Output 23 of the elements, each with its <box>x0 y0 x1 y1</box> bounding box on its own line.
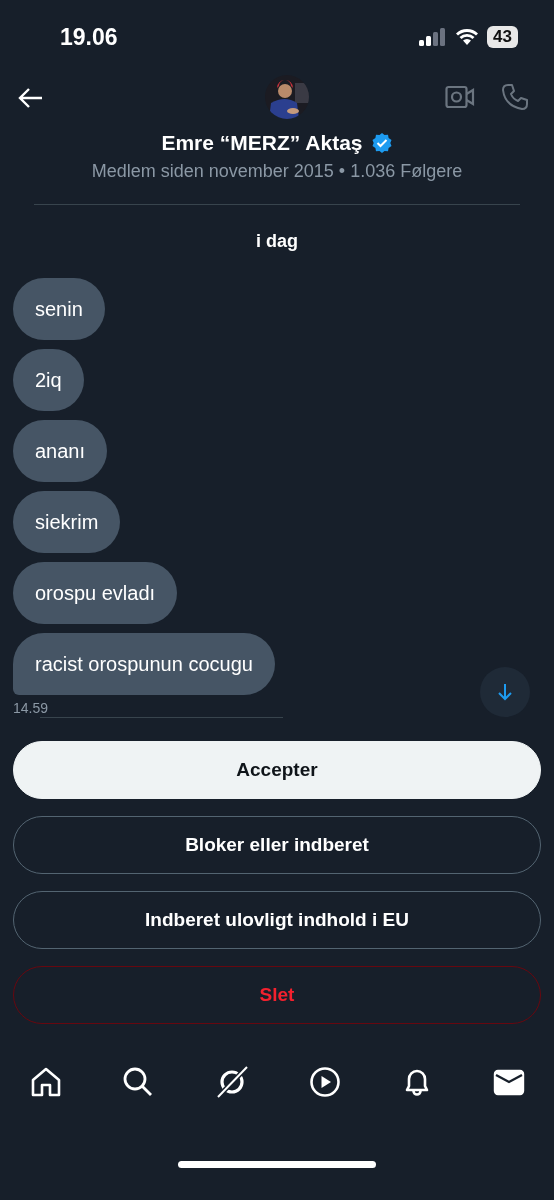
play-icon[interactable] <box>309 1066 342 1098</box>
arrow-down-icon <box>496 682 514 702</box>
signal-icon <box>419 28 448 46</box>
video-camera-icon[interactable] <box>445 85 475 109</box>
scroll-down-button[interactable] <box>480 667 530 717</box>
home-icon[interactable] <box>30 1066 62 1098</box>
battery-indicator: 43 <box>487 26 518 48</box>
back-arrow-icon[interactable] <box>16 86 44 110</box>
message-bubble[interactable]: senin <box>13 278 105 340</box>
phone-icon[interactable] <box>501 83 529 111</box>
action-button[interactable]: Accepter <box>13 741 541 799</box>
message-bubble[interactable]: ananı <box>13 420 108 482</box>
message-bubble[interactable]: racist orospunun cocugu <box>13 633 275 695</box>
profile-name: Emre “MERZ” Aktaş <box>161 131 363 155</box>
status-time: 19.06 <box>60 23 118 51</box>
message-bubble[interactable]: 2iq <box>13 349 84 411</box>
wifi-icon <box>455 28 480 46</box>
message-bubble[interactable]: orospu evladı <box>13 562 178 624</box>
day-separator: i dag <box>255 231 299 252</box>
profile-subtitle: Medlem siden november 2015 • 1.036 Følgere <box>90 161 464 182</box>
message-bubble[interactable]: siekrim <box>13 491 121 553</box>
message-time: 14.59 <box>13 700 49 716</box>
search-icon[interactable] <box>121 1066 154 1098</box>
